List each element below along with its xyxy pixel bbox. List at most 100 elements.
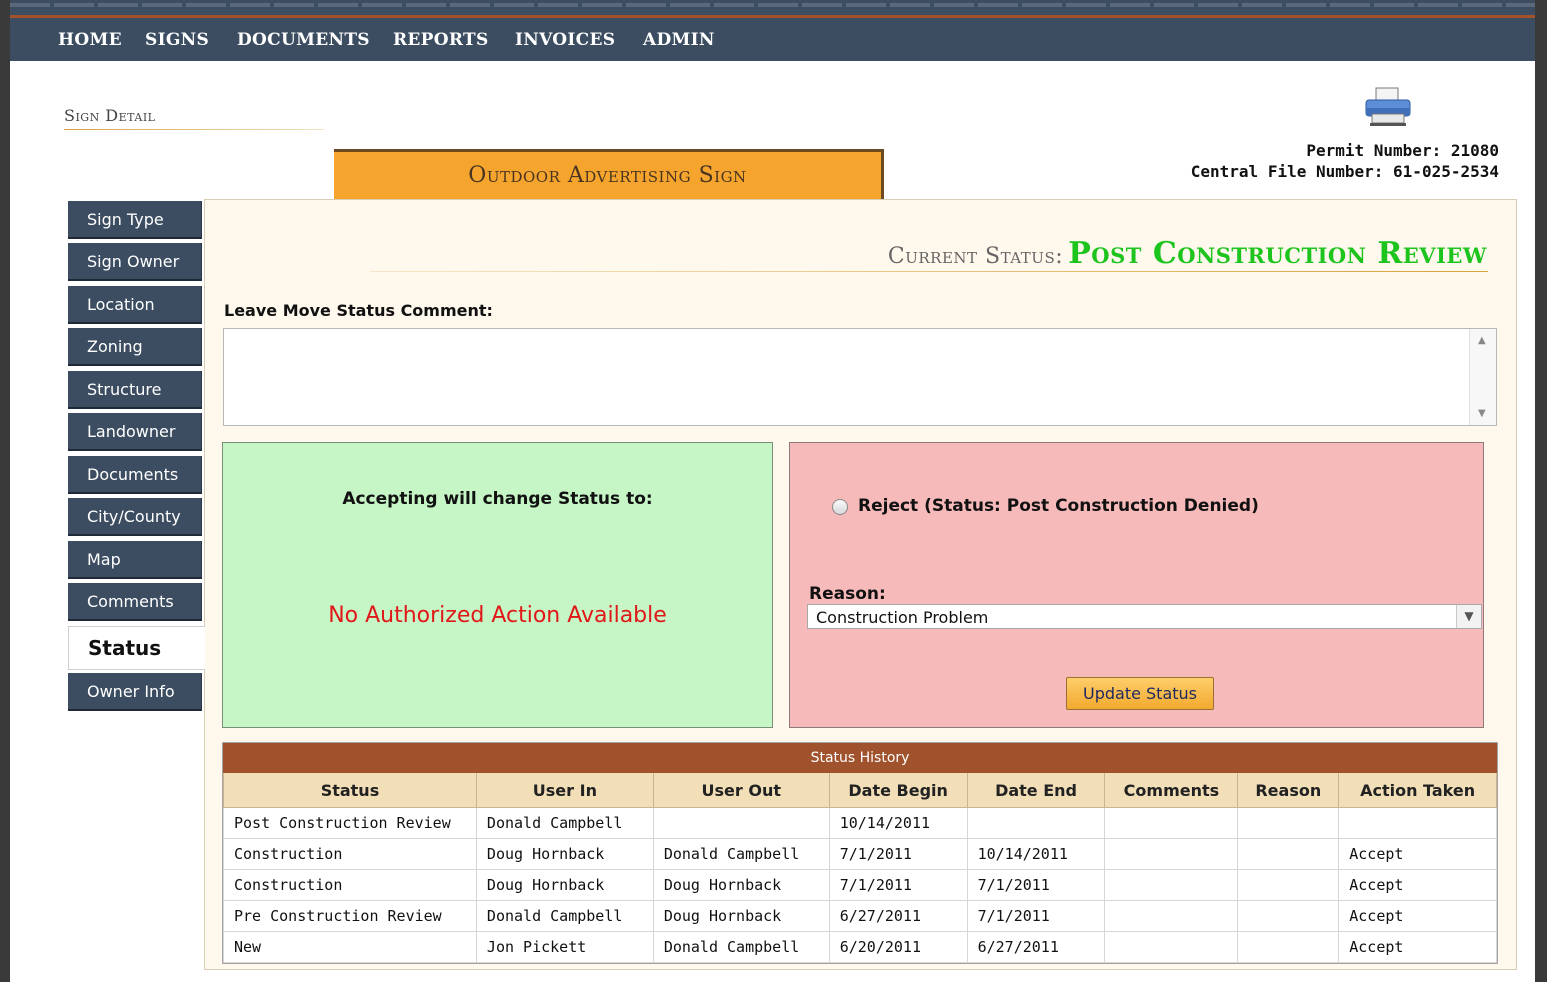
cell-user-in: Donald Campbell	[475, 900, 654, 932]
cell-status: New	[223, 931, 477, 963]
table-row: New Jon Pickett Donald Campbell 6/20/201…	[223, 931, 1497, 963]
sidebar-item-documents[interactable]: Documents	[68, 456, 202, 494]
cell-user-out: Donald Campbell	[652, 931, 830, 963]
cell-user-in: Donald Campbell	[475, 807, 654, 839]
cell-comments	[1104, 807, 1239, 839]
sidebar-item-city-county[interactable]: City/County	[68, 498, 202, 536]
nav-invoices[interactable]: INVOICES	[515, 30, 615, 50]
cell-reason	[1237, 807, 1340, 839]
sidebar-item-owner-info[interactable]: Owner Info	[68, 673, 202, 711]
sidebar-item-comments[interactable]: Comments	[68, 583, 202, 621]
status-divider	[370, 271, 1488, 272]
top-stripe	[10, 0, 1535, 18]
cell-user-in: Doug Hornback	[475, 838, 654, 870]
reason-selected-value: Construction Problem	[816, 608, 989, 627]
central-file-number: Central File Number: 61-025-2534	[1190, 162, 1499, 181]
permit-number: Permit Number: 21080	[1306, 141, 1499, 160]
window-frame-right	[1535, 0, 1547, 982]
chevron-down-icon[interactable]: ▼	[1456, 605, 1481, 628]
cell-date-end: 10/14/2011	[966, 838, 1106, 870]
window-frame-left	[0, 0, 10, 982]
sidebar-item-landowner[interactable]: Landowner	[68, 413, 202, 451]
reject-panel: Reject (Status: Post Construction Denied…	[789, 442, 1484, 728]
reason-select[interactable]: Construction Problem ▼	[807, 604, 1482, 629]
col-comments: Comments	[1104, 773, 1239, 808]
nav-reports[interactable]: REPORTS	[393, 30, 489, 50]
col-date-end: Date End	[966, 773, 1106, 808]
top-nav: HOME SIGNS DOCUMENTS REPORTS INVOICES AD…	[10, 18, 1535, 61]
cell-date-begin: 6/20/2011	[828, 931, 968, 963]
cell-action-taken	[1338, 807, 1497, 839]
cell-user-out: Doug Hornback	[652, 869, 830, 901]
sidebar-item-zoning[interactable]: Zoning	[68, 328, 202, 366]
cell-date-end: 6/27/2011	[966, 931, 1106, 963]
cell-comments	[1104, 900, 1239, 932]
table-row: Construction Doug Hornback Donald Campbe…	[223, 838, 1497, 870]
cell-user-in: Jon Pickett	[475, 931, 654, 963]
sidebar-item-sign-type[interactable]: Sign Type	[68, 201, 202, 239]
nav-signs[interactable]: SIGNS	[145, 30, 209, 50]
current-status-heading: Current Status: Post Construction Review	[888, 236, 1487, 271]
cell-reason	[1237, 931, 1340, 963]
cell-user-out	[652, 807, 830, 839]
sidebar-item-status[interactable]: Status	[68, 626, 205, 670]
cell-user-in: Doug Hornback	[475, 869, 654, 901]
table-row: Construction Doug Hornback Doug Hornback…	[223, 869, 1497, 901]
current-status-value: Post Construction Review	[1068, 236, 1487, 271]
cell-comments	[1104, 931, 1239, 963]
title-divider	[64, 129, 324, 130]
permit-info: Permit Number: 21080 Central File Number…	[1191, 140, 1499, 182]
cell-date-end: 7/1/2011	[966, 900, 1106, 932]
accept-title: Accepting will change Status to:	[342, 489, 653, 509]
current-status-label: Current Status:	[887, 244, 1064, 269]
cell-action-taken: Accept	[1338, 838, 1497, 870]
cell-status: Construction	[223, 869, 477, 901]
reject-label[interactable]: Reject (Status: Post Construction Denied…	[858, 496, 1259, 516]
page-title: Sign Detail	[64, 106, 156, 125]
comment-label: Leave Move Status Comment:	[224, 301, 493, 320]
table-row: Pre Construction Review Donald Campbell …	[223, 900, 1497, 932]
scroll-up-icon[interactable]: ▲	[1478, 335, 1486, 346]
cell-status: Construction	[223, 838, 477, 870]
nav-home[interactable]: HOME	[58, 30, 122, 50]
status-history-caption: Status History	[223, 743, 1497, 773]
nav-admin[interactable]: ADMIN	[643, 30, 715, 50]
col-user-in: User In	[475, 773, 654, 808]
col-action-taken: Action Taken	[1338, 773, 1497, 808]
table-row: Post Construction Review Donald Campbell…	[223, 807, 1497, 839]
cell-action-taken: Accept	[1338, 900, 1497, 932]
comment-scrollbar[interactable]: ▲ ▼	[1469, 329, 1496, 425]
sign-type-tab-label: Outdoor Advertising Sign	[468, 163, 747, 188]
cell-status: Pre Construction Review	[223, 900, 477, 932]
printer-icon[interactable]	[1364, 86, 1412, 126]
comment-textarea[interactable]: ▲ ▼	[223, 328, 1497, 426]
cell-user-out: Doug Hornback	[652, 900, 830, 932]
cell-action-taken: Accept	[1338, 931, 1497, 963]
cell-reason	[1237, 900, 1340, 932]
col-user-out: User Out	[652, 773, 830, 808]
sidebar-item-structure[interactable]: Structure	[68, 371, 202, 409]
sidebar-item-sign-owner[interactable]: Sign Owner	[68, 243, 202, 281]
cell-date-begin: 6/27/2011	[828, 900, 968, 932]
cell-user-out: Donald Campbell	[652, 838, 830, 870]
update-status-button[interactable]: Update Status	[1066, 677, 1214, 710]
cell-comments	[1104, 838, 1239, 870]
col-status: Status	[223, 773, 477, 808]
col-reason: Reason	[1237, 773, 1340, 808]
scroll-down-icon[interactable]: ▼	[1478, 408, 1486, 419]
sidebar-item-location[interactable]: Location	[68, 286, 202, 324]
no-action-message: No Authorized Action Available	[328, 603, 667, 628]
accept-panel: Accepting will change Status to: No Auth…	[222, 442, 773, 728]
reject-radio[interactable]	[832, 499, 848, 515]
table-header-row: Status User In User Out Date Begin Date …	[223, 773, 1497, 808]
nav-documents[interactable]: DOCUMENTS	[237, 30, 370, 50]
sign-type-tab[interactable]: Outdoor Advertising Sign	[334, 149, 884, 199]
cell-action-taken: Accept	[1338, 869, 1497, 901]
cell-date-begin: 7/1/2011	[828, 838, 968, 870]
status-history-table: Status History Status User In User Out D…	[222, 742, 1498, 964]
cell-date-begin: 7/1/2011	[828, 869, 968, 901]
cell-reason	[1237, 838, 1340, 870]
sidebar-item-map[interactable]: Map	[68, 541, 202, 579]
cell-date-end: 7/1/2011	[966, 869, 1106, 901]
cell-status: Post Construction Review	[223, 807, 477, 839]
